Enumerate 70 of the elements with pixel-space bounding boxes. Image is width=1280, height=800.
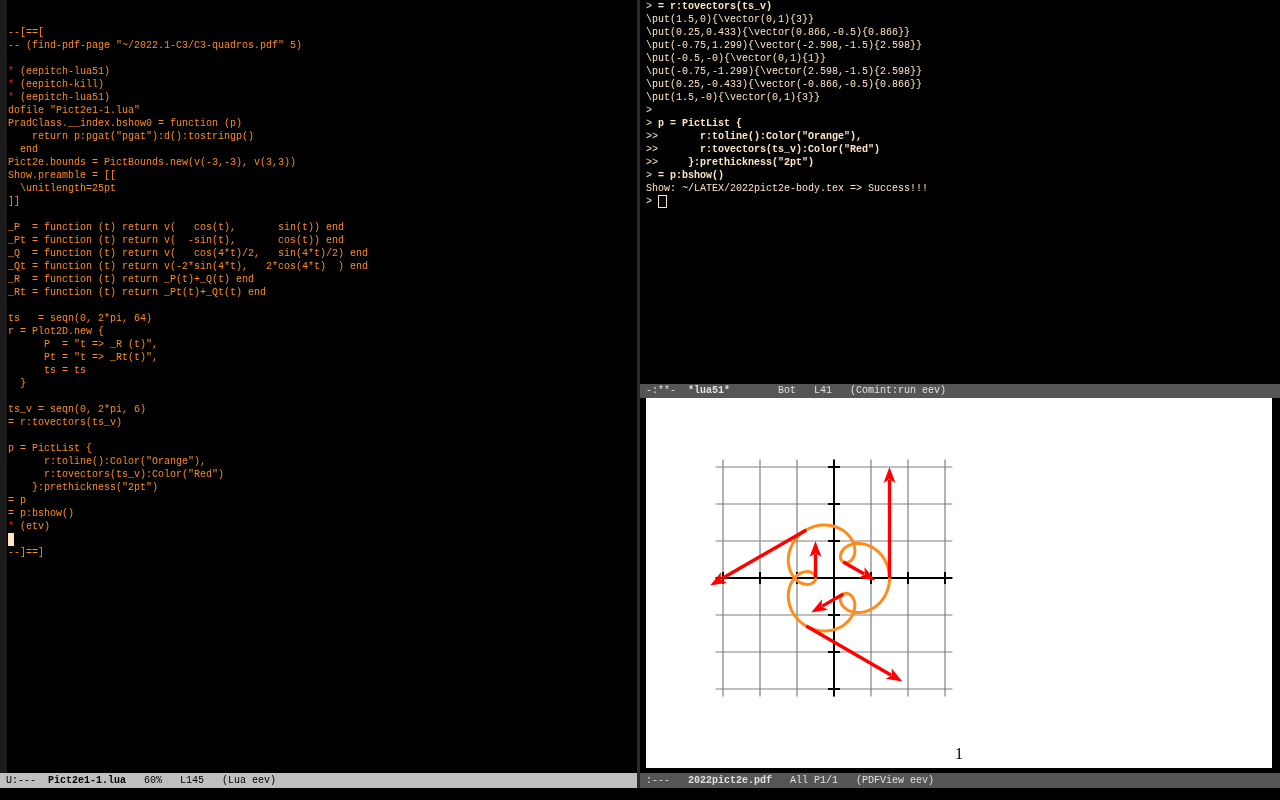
code-line: r:toline():Color("Orange"), <box>43 456 207 467</box>
code-line: p = PictList { <box>8 443 92 454</box>
repl-input-line: >> r:toline():Color("Orange"), <box>646 131 863 142</box>
repl-input-line: > <box>646 105 652 116</box>
code-line: end <box>19 144 38 155</box>
code-line: = p <box>8 495 26 506</box>
code-line: ts_v = seqn(0, 2*pi, 6) <box>8 404 147 415</box>
buffer-status: :--- <box>646 775 670 786</box>
repl-output-line: \put(-0.75,-1.299){\vector(2.598,-1.5){2.598}} <box>646 66 923 77</box>
code-line: } <box>19 378 26 389</box>
code-line: Pt = "t => _Rt(t)", <box>43 352 159 363</box>
major-mode: (Lua eev) <box>222 775 277 786</box>
code-line: Show.preamble = [[ <box>8 170 117 181</box>
code-line: }:prethickness("2pt") <box>31 482 159 493</box>
code-line: _Q = function (t) return v( cos(4*t)/2, sin(4*t)/2) end <box>8 248 369 259</box>
code-line: PradClass.__index.bshow0 = function (p) <box>8 118 243 129</box>
repl-input-line: > p = PictList { <box>646 118 743 129</box>
code-line: ]] <box>8 196 20 207</box>
repl-output-line: \put(-0.75,1.299){\vector(-2.598,-1.5){2.598}} <box>646 40 923 51</box>
code-line: return p:pgat("pgat"):d():tostringp() <box>31 131 255 142</box>
code-line: ts = ts <box>43 365 86 376</box>
buffer-status: -:**- <box>646 385 676 396</box>
repl-output-line: \put(1.5,0){\vector(0,1){3}} <box>646 14 815 25</box>
code-line: _Rt = function (t) return _Pt(t)+_Qt(t) end <box>8 287 267 298</box>
code-line: --]==] <box>8 547 44 558</box>
repl-output-line: \put(0.25,0.433){\vector(0.866,-0.5){0.866}} <box>646 27 911 38</box>
text-cursor <box>658 195 667 208</box>
code-line: -- (find-pdf-page "~/2022.1-C3/C3-quadros.pdf" 5) <box>8 40 303 51</box>
code-line: Pict2e.bounds = PictBounds.new(v(-3,-3), v(3,3)) <box>8 157 297 168</box>
buffer-name: *lua51* <box>688 385 730 396</box>
vector-arrow <box>811 592 845 613</box>
repl-output-line: \put(1.5,-0){\vector(0,1){3}} <box>646 92 821 103</box>
code-line: P = "t => _R (t)", <box>43 339 159 350</box>
line-number: L145 <box>180 775 205 786</box>
code-line: * (eepitch-kill) <box>8 79 105 90</box>
code-line: r = Plot2D.new { <box>8 326 104 337</box>
repl-input-line: > = p:bshow() <box>646 170 725 181</box>
repl-output-line: \put(-0.5,-0){\vector(0,1){1}} <box>646 53 827 64</box>
code-line: = p:bshow() <box>8 508 74 519</box>
code-line: _Qt = function (t) return v(-2*sin(4*t), 2*cos(4*t) ) end <box>8 261 369 272</box>
page-number: 1 <box>955 745 963 762</box>
buffer-status: U:--- <box>6 775 36 786</box>
repl-output-line: \put(0.25,-0.433){\vector(-0.866,-0.5){0.866}} <box>646 79 923 90</box>
code-line: _R = function (t) return _P(t)+_Q(t) end <box>8 274 255 285</box>
code-line: r:tovectors(ts_v):Color("Red") <box>43 469 225 480</box>
repl-output-line: Show: ~/LATEX/2022pict2e-body.tex => Success!!! <box>646 183 929 194</box>
vector-arrow <box>842 560 876 581</box>
buffer-name: Pict2e1-1.lua <box>48 775 126 786</box>
line-number: L41 <box>814 385 833 396</box>
repl-prompt: > <box>646 196 652 207</box>
repl-input-line: >> r:tovectors(ts_v):Color("Red") <box>646 144 881 155</box>
code-line: _P = function (t) return v( cos(t), sin(t)) end <box>8 222 345 233</box>
scroll-position: Bot <box>778 385 796 396</box>
buffer-name: 2022pict2e.pdf <box>688 775 772 786</box>
repl-input-line: >> }:prethickness("2pt") <box>646 157 815 168</box>
major-mode: (PDFView eev) <box>856 775 935 786</box>
code-line: \unitlength=25pt <box>19 183 117 194</box>
code-line: * (eepitch-lua51) <box>8 66 111 77</box>
code-line: ts = seqn(0, 2*pi, 64) <box>8 313 153 324</box>
code-line: * (etv) <box>8 521 51 532</box>
code-line: = r:tovectors(ts_v) <box>8 417 123 428</box>
scroll-position: 60% <box>144 775 163 786</box>
scroll-position: All P1/1 <box>790 775 839 786</box>
repl-input-line: > = r:tovectors(ts_v) <box>646 1 773 12</box>
code-line: dofile "Pict2e1-1.lua" <box>8 105 141 116</box>
code-line: * (eepitch-lua51) <box>8 92 111 103</box>
code-line: --[==[ <box>8 27 44 38</box>
text-cursor <box>8 533 14 546</box>
major-mode: (Comint:run eev) <box>850 385 947 396</box>
code-line: _Pt = function (t) return v( -sin(t), cos(t)) end <box>8 235 345 246</box>
